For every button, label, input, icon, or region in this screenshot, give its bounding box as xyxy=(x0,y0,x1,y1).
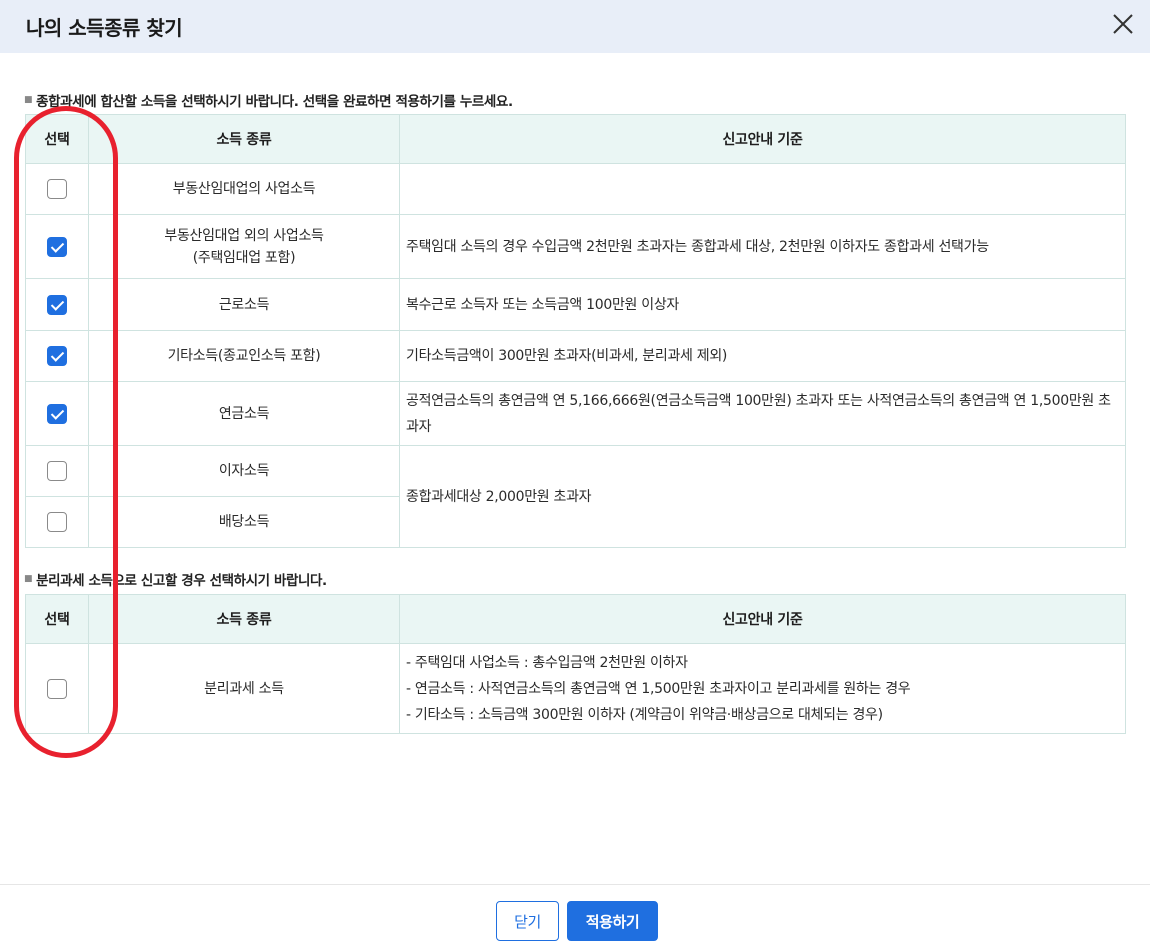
row-checkbox[interactable] xyxy=(47,512,67,532)
kind-label: 이자소득 xyxy=(218,463,270,479)
combined-income-table: 선택 소득 종류 신고안내 기준 부동산임대업의 사업소득부동산임대업 외의 사… xyxy=(25,114,1126,548)
header-kind: 소득 종류 xyxy=(88,114,400,164)
table-header-row: 선택 소득 종류 신고안내 기준 xyxy=(25,594,1126,644)
apply-button[interactable]: 적용하기 xyxy=(567,901,658,941)
kind-cell: 근로소득 xyxy=(88,278,400,331)
section2-note: ■ 분리과세 소득으로 신고할 경우 선택하시기 바랍니다. xyxy=(24,573,327,589)
footer-divider xyxy=(0,884,1150,885)
close-icon[interactable] xyxy=(1112,13,1134,35)
guide-line: - 연금소득 : 사적연금소득의 총연금액 연 1,500만원 초과자이고 분리… xyxy=(406,680,911,697)
guide-cell: 기타소득금액이 300만원 초과자(비과세, 분리과세 제외) xyxy=(399,330,1126,382)
row-checkbox[interactable] xyxy=(47,294,67,315)
table-header-row: 선택 소득 종류 신고안내 기준 xyxy=(25,114,1126,164)
row-checkbox[interactable] xyxy=(47,461,67,481)
guide-cell: 주택임대 소득의 경우 수입금액 2천만원 초과자는 종합과세 대상, 2천만원… xyxy=(399,214,1126,279)
checkbox-separate-tax[interactable] xyxy=(47,678,67,699)
select-cell xyxy=(25,496,89,548)
guide-cell: 공적연금소득의 총연금액 연 5,166,666원(연금소득금액 100만원) … xyxy=(399,381,1126,446)
select-cell xyxy=(25,330,89,382)
kind-label: 부동산임대업 외의 사업소득 xyxy=(164,227,324,244)
table-row: 부동산임대업의 사업소득 xyxy=(25,163,1126,215)
close-button[interactable]: 닫기 xyxy=(496,901,559,941)
guide-cell: 복수근로 소득자 또는 소득금액 100만원 이상자 xyxy=(399,278,1126,331)
row-checkbox[interactable] xyxy=(47,179,67,199)
bullet-icon: ■ xyxy=(24,574,33,584)
kind-cell: 이자소득 xyxy=(88,445,400,497)
select-cell xyxy=(25,163,89,215)
table-row: 연금소득 공적연금소득의 총연금액 연 5,166,666원(연금소득금액 100… xyxy=(25,381,1126,446)
kind-label: 부동산임대업의 사업소득 xyxy=(172,181,316,197)
guide-line: - 기타소득 : 소득금액 300만원 이하자 (계약금이 위약금·배상금으로 … xyxy=(406,706,883,723)
separate-tax-table: 선택 소득 종류 신고안내 기준 분리과세 소득 - 주택임대 사업소득 : 총… xyxy=(25,594,1126,734)
dialog-header: 나의 소득종류 찾기 xyxy=(0,0,1150,53)
guide-cell: - 주택임대 사업소득 : 총수입금액 2천만원 이하자 - 연금소득 : 사적… xyxy=(399,643,1126,734)
table-row: 이자소득 종합과세대상 2,000만원 초과자 xyxy=(25,445,1126,548)
header-select: 선택 xyxy=(25,114,89,164)
select-cell xyxy=(25,278,89,331)
select-cell xyxy=(25,381,89,446)
dialog-title: 나의 소득종류 찾기 xyxy=(26,16,183,40)
table-row: 부동산임대업 외의 사업소득 (주택임대업 포함) 주택임대 소득의 경우 수입금액… xyxy=(25,214,1126,279)
kind-label: 근로소득 xyxy=(218,296,270,313)
kind-label: 기타소득(종교인소득 포함) xyxy=(167,348,321,364)
kind-sublabel: (주택임대업 포함) xyxy=(192,249,296,266)
header-guide: 신고안내 기준 xyxy=(399,114,1126,164)
header-kind: 소득 종류 xyxy=(88,594,400,644)
select-cell xyxy=(25,214,89,279)
guide-cell xyxy=(399,163,1126,215)
kind-cell: 부동산임대업 외의 사업소득 (주택임대업 포함) xyxy=(88,214,400,279)
row-checkbox[interactable] xyxy=(47,346,67,366)
kind-cell: 분리과세 소득 xyxy=(88,643,400,734)
kind-cell: 배당소득 xyxy=(88,496,400,548)
bullet-icon: ■ xyxy=(24,95,33,105)
header-guide: 신고안내 기준 xyxy=(399,594,1126,644)
select-cell xyxy=(25,445,89,497)
row-checkbox[interactable] xyxy=(47,236,67,257)
table-row: 근로소득 복수근로 소득자 또는 소득금액 100만원 이상자 xyxy=(25,278,1126,331)
kind-cell: 부동산임대업의 사업소득 xyxy=(88,163,400,215)
kind-cell: 기타소득(종교인소득 포함) xyxy=(88,330,400,382)
kind-label: 연금소득 xyxy=(218,405,270,422)
kind-cell: 연금소득 xyxy=(88,381,400,446)
kind-label: 배당소득 xyxy=(218,514,270,530)
table-row: 기타소득(종교인소득 포함) 기타소득금액이 300만원 초과자(비과세, 분리과… xyxy=(25,330,1126,382)
header-select: 선택 xyxy=(25,594,89,644)
section1-note: ■ 종합과세에 합산할 소득을 선택하시기 바랍니다. 선택을 완료하면 적용하기… xyxy=(24,94,513,110)
guide-cell: 종합과세대상 2,000만원 초과자 xyxy=(399,445,1126,548)
guide-line: - 주택임대 사업소득 : 총수입금액 2천만원 이하자 xyxy=(406,654,688,671)
select-cell xyxy=(25,643,89,734)
table-row: 분리과세 소득 - 주택임대 사업소득 : 총수입금액 2천만원 이하자 - 연… xyxy=(25,643,1126,734)
row-checkbox[interactable] xyxy=(47,403,67,424)
